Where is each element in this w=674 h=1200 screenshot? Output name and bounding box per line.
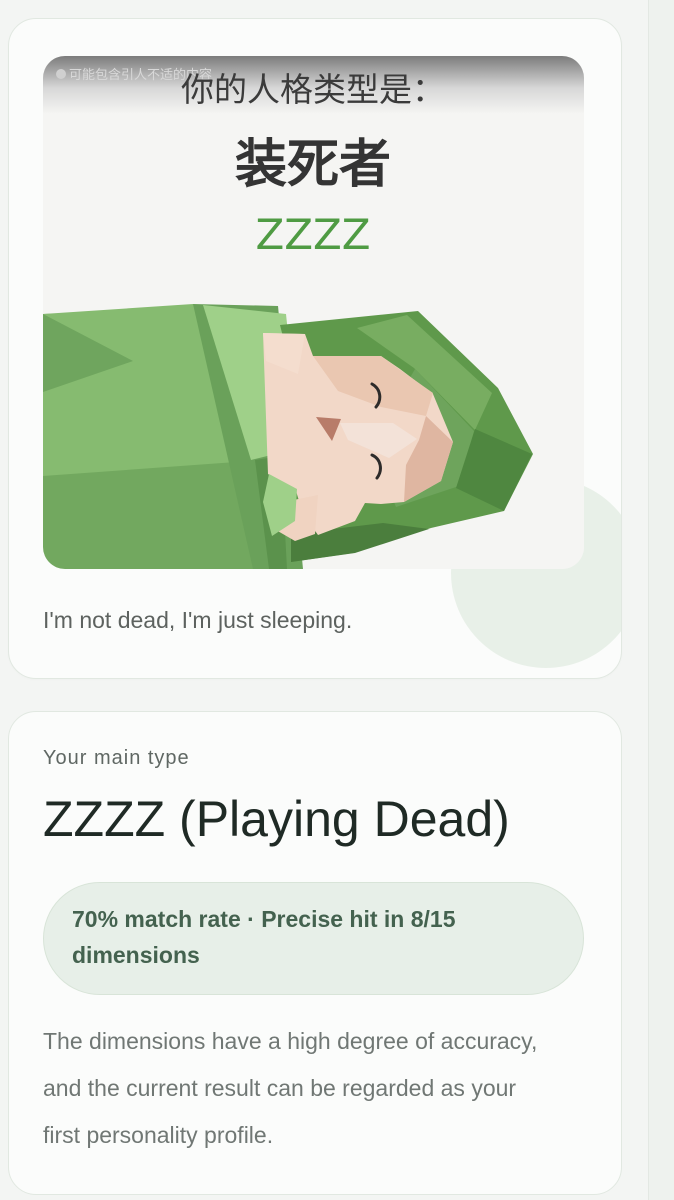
main-type-title: ZZZZ (Playing Dead) — [43, 791, 510, 847]
personality-code: ZZZZ — [255, 210, 370, 259]
main-type-label: Your main type — [43, 747, 190, 769]
illustration-caption: I'm not dead, I'm just sleeping. — [43, 607, 353, 633]
right-scroll-rail — [648, 0, 674, 1200]
match-rate-badge: 70% match rate · Precise hit in 8/15 dim… — [43, 882, 584, 995]
personality-type-name-cn: 装死者 — [235, 135, 391, 195]
main-type-card: Your main type ZZZZ (Playing Dead) 70% m… — [8, 711, 622, 1195]
match-rate-text: 70% match rate · Precise hit in 8/15 dim… — [72, 906, 456, 968]
personality-image-card: 可能包含引人不适的内容 你的人格类型是： 装死者 ZZZZ I'm not de… — [8, 18, 622, 679]
personality-type-heading: 你的人格类型是： — [181, 70, 445, 109]
sleeping-figure-illustration: 可能包含引人不适的内容 你的人格类型是： 装死者 ZZZZ — [43, 56, 584, 569]
personality-illustration: 可能包含引人不适的内容 你的人格类型是： 装死者 ZZZZ — [43, 56, 584, 569]
result-page: 可能包含引人不适的内容 你的人格类型是： 装死者 ZZZZ I'm not de… — [0, 0, 674, 1200]
result-description: The dimensions have a high degree of acc… — [43, 1028, 538, 1148]
info-icon — [56, 69, 66, 79]
